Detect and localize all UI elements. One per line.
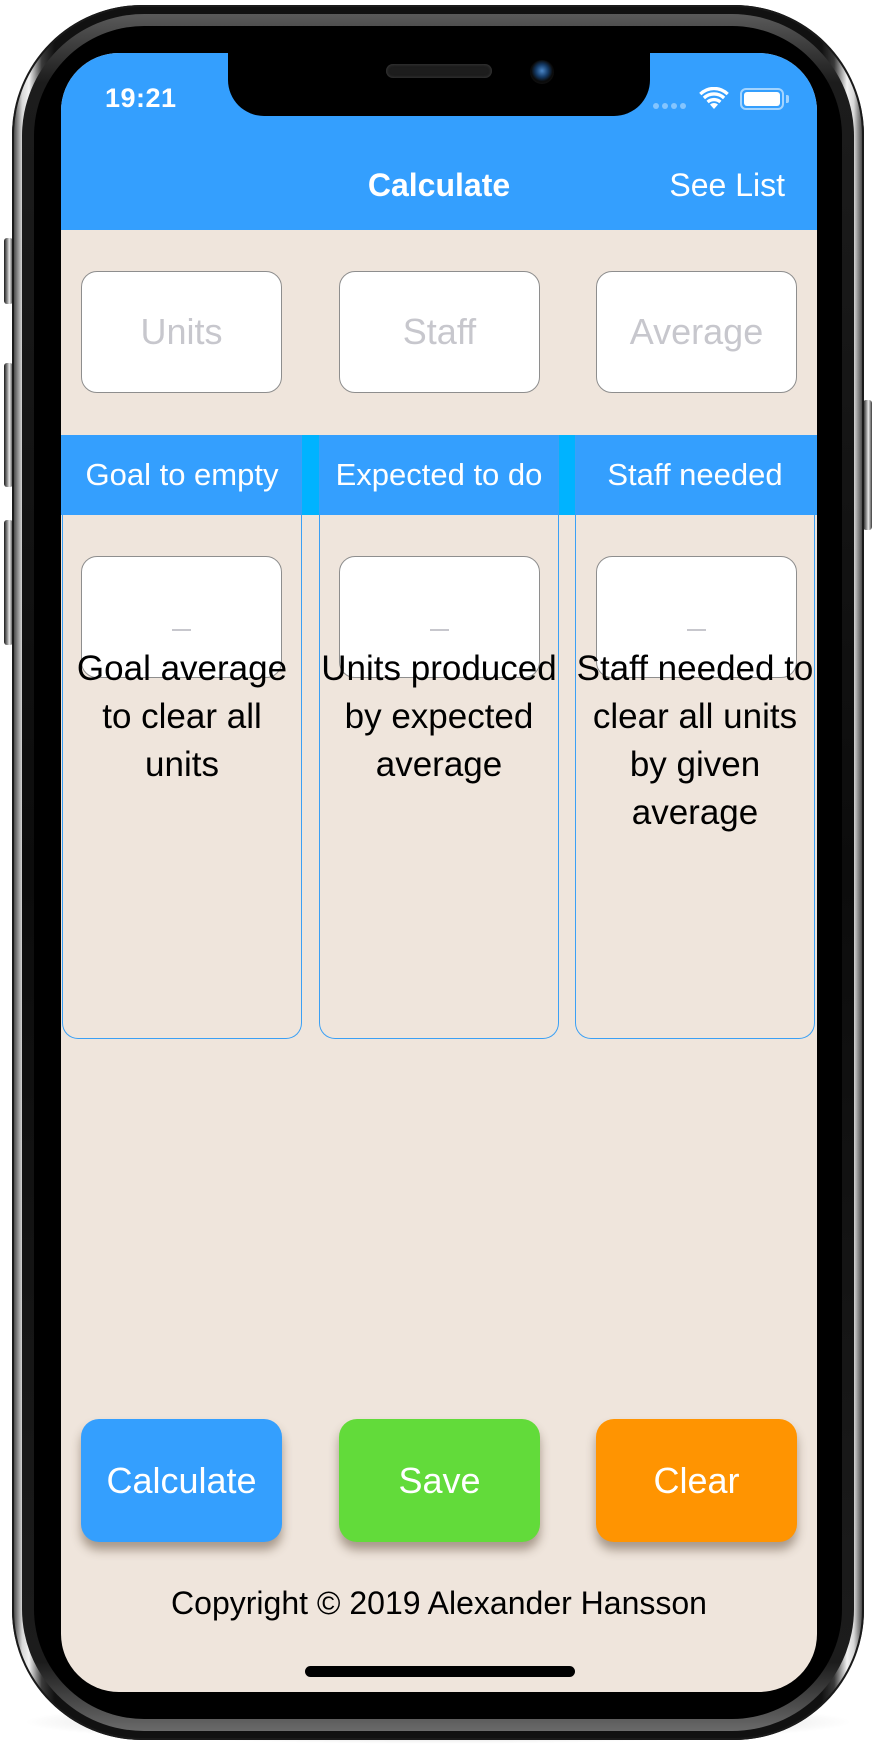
- staff-needed-description: Staff needed to clear all units by given…: [576, 649, 814, 832]
- battery-icon: [740, 88, 784, 110]
- empty-value-dash: [430, 629, 449, 631]
- status-time: 19:21: [105, 83, 177, 113]
- expected-to-do-description: Units produced by expected average: [321, 649, 557, 784]
- goal-to-empty-header: Goal to empty: [85, 457, 279, 492]
- power-button: [863, 400, 872, 530]
- empty-value-dash: [172, 629, 191, 631]
- home-indicator[interactable]: [305, 1666, 575, 1677]
- copyright-text: Copyright © 2019 Alexander Hansson: [171, 1585, 707, 1621]
- calculate-button[interactable]: Calculate: [81, 1419, 282, 1542]
- goal-to-empty-description: Goal average to clear all units: [76, 649, 288, 784]
- front-camera: [530, 60, 554, 84]
- header-divider: [559, 435, 576, 515]
- notch: [228, 53, 650, 116]
- header-divider: [302, 435, 319, 515]
- staff-needed-header: Staff needed: [607, 457, 783, 492]
- save-button[interactable]: Save: [339, 1419, 540, 1542]
- average-input[interactable]: [596, 271, 797, 393]
- staff-input[interactable]: [339, 271, 540, 393]
- see-list-button[interactable]: See List: [669, 167, 785, 204]
- battery-tip: [786, 95, 789, 103]
- battery-level: [744, 92, 780, 106]
- units-input[interactable]: [81, 271, 282, 393]
- app-screen: 19:21 Calculate See List Goal to empty G…: [61, 53, 817, 1692]
- speaker-grille: [386, 64, 492, 78]
- wifi-icon: [699, 87, 729, 109]
- signal-dots-icon: [653, 103, 686, 109]
- clear-button[interactable]: Clear: [596, 1419, 797, 1542]
- expected-to-do-header: Expected to do: [335, 457, 543, 492]
- empty-value-dash: [687, 629, 706, 631]
